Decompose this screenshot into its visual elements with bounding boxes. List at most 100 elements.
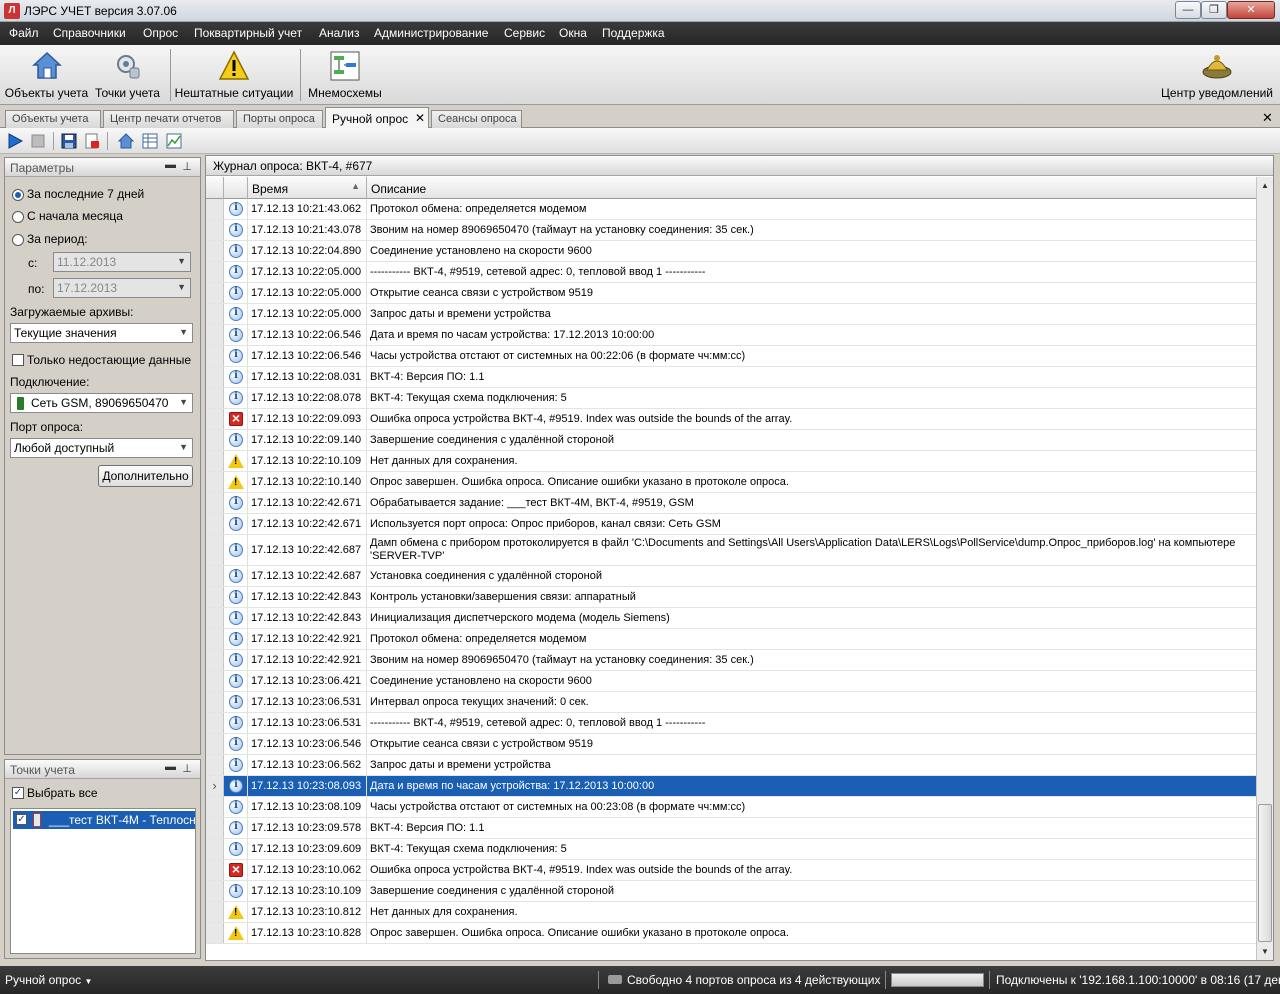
icon-column-header[interactable]: [224, 177, 248, 199]
table-row[interactable]: 17.12.13 10:21:43.062Протокол обмена: оп…: [206, 199, 1256, 220]
tab-strip: Объекты учета Центр печати отчетов Порты…: [0, 106, 1280, 128]
missing-only-checkbox[interactable]: [12, 354, 24, 366]
archives-select[interactable]: Текущие значения ▼: [10, 323, 193, 343]
minimize-panel-icon[interactable]: ▬: [165, 159, 176, 171]
menu-service[interactable]: Сервис: [504, 26, 545, 40]
close-window-button[interactable]: ✕: [1227, 1, 1275, 19]
table-row[interactable]: 17.12.13 10:23:06.531----------- ВКТ-4, …: [206, 713, 1256, 734]
table-row[interactable]: › 17.12.13 10:23:08.093Дата и время по ча…: [206, 776, 1256, 797]
table-row[interactable]: 17.12.13 10:22:05.000Запрос даты и време…: [206, 304, 1256, 325]
table-row[interactable]: 17.12.13 10:22:42.921Звоним на номер 890…: [206, 650, 1256, 671]
menu-poll[interactable]: Опрос: [143, 26, 178, 40]
home-icon[interactable]: [117, 132, 135, 150]
start-poll-icon[interactable]: [6, 132, 24, 150]
table-row[interactable]: 17.12.13 10:22:05.000Открытие сеанса свя…: [206, 283, 1256, 304]
time-column-header[interactable]: Время ▲: [248, 177, 367, 199]
tab-poll-ports[interactable]: Порты опроса: [236, 110, 323, 128]
table-row[interactable]: 17.12.13 10:22:09.140Завершение соединен…: [206, 430, 1256, 451]
save-icon[interactable]: [60, 132, 78, 150]
menu-apartment[interactable]: Поквартирный учет: [194, 26, 302, 40]
table-row[interactable]: 17.12.13 10:22:08.078ВКТ-4: Текущая схем…: [206, 388, 1256, 409]
table-row[interactable]: 17.12.13 10:22:04.890Соединение установл…: [206, 241, 1256, 262]
scroll-thumb[interactable]: [1258, 804, 1272, 942]
table-row[interactable]: 17.12.13 10:22:42.843Инициализация диспе…: [206, 608, 1256, 629]
table-row[interactable]: 17.12.13 10:22:10.109Нет данных для сохр…: [206, 451, 1256, 472]
table-row[interactable]: 17.12.13 10:22:42.671Обрабатывается зада…: [206, 493, 1256, 514]
table-icon[interactable]: [141, 132, 159, 150]
chart-icon[interactable]: [165, 132, 183, 150]
table-row[interactable]: 17.12.13 10:23:08.109Часы устройства отс…: [206, 797, 1256, 818]
objects-button[interactable]: Объекты учета: [3, 47, 90, 103]
advanced-button[interactable]: Дополнительно: [98, 465, 193, 487]
desc-column-header[interactable]: Описание: [367, 177, 1256, 199]
connection-select[interactable]: Сеть GSM, 89069650470 ▼: [10, 393, 193, 413]
table-row[interactable]: 17.12.13 10:22:42.687Установка соединени…: [206, 566, 1256, 587]
close-document-icon[interactable]: ✕: [1262, 110, 1273, 126]
table-row[interactable]: 17.12.13 10:22:42.687Дамп обмена с прибо…: [206, 535, 1256, 566]
tab-print-center[interactable]: Центр печати отчетов: [103, 110, 234, 128]
vertical-scrollbar[interactable]: ▲ ▼: [1256, 177, 1273, 960]
table-row[interactable]: 17.12.13 10:22:08.031ВКТ-4: Версия ПО: 1…: [206, 367, 1256, 388]
pin-icon[interactable]: ⊥: [182, 762, 192, 775]
points-button[interactable]: Точки учета: [92, 47, 163, 103]
table-row[interactable]: 17.12.13 10:23:06.421Соединение установл…: [206, 671, 1256, 692]
status-mode[interactable]: Ручной опрос ▼: [5, 973, 92, 987]
table-row[interactable]: 17.12.13 10:23:10.062Ошибка опроса устро…: [206, 860, 1256, 881]
table-row[interactable]: 17.12.13 10:23:09.578ВКТ-4: Версия ПО: 1…: [206, 818, 1256, 839]
table-row[interactable]: 17.12.13 10:23:10.812Нет данных для сохр…: [206, 902, 1256, 923]
emergencies-button[interactable]: Нештатные ситуации: [173, 47, 295, 103]
radio-month[interactable]: [12, 211, 24, 223]
table-row[interactable]: 17.12.13 10:22:09.093Ошибка опроса устро…: [206, 409, 1256, 430]
info-icon: [229, 821, 243, 835]
status-mode-label: Ручной опрос: [5, 973, 82, 987]
radio-last7[interactable]: [12, 189, 24, 201]
menu-windows[interactable]: Окна: [559, 26, 587, 40]
table-row[interactable]: 17.12.13 10:22:06.546Часы устройства отс…: [206, 346, 1256, 367]
table-row[interactable]: 17.12.13 10:23:09.609ВКТ-4: Текущая схем…: [206, 839, 1256, 860]
table-row[interactable]: 17.12.13 10:22:06.546Дата и время по час…: [206, 325, 1256, 346]
table-row[interactable]: 17.12.13 10:22:42.921Протокол обмена: оп…: [206, 629, 1256, 650]
table-row[interactable]: 17.12.13 10:23:10.828Опрос завершен. Оши…: [206, 923, 1256, 944]
table-row[interactable]: 17.12.13 10:23:06.546Открытие сеанса свя…: [206, 734, 1256, 755]
pin-icon[interactable]: ⊥: [182, 160, 192, 173]
table-row[interactable]: 17.12.13 10:23:10.109Завершение соединен…: [206, 881, 1256, 902]
notifications-button[interactable]: Центр уведомлений: [1157, 47, 1277, 103]
info-icon: [229, 632, 243, 646]
scroll-down-icon[interactable]: ▼: [1257, 943, 1273, 960]
to-date-field[interactable]: 17.12.2013 ▼: [53, 278, 191, 298]
radio-period[interactable]: [12, 234, 24, 246]
mnemo-button[interactable]: Мнемосхемы: [304, 47, 386, 103]
scroll-up-icon[interactable]: ▲: [1257, 177, 1273, 194]
minimize-button[interactable]: —: [1175, 1, 1201, 19]
export-icon[interactable]: [83, 132, 101, 150]
table-row[interactable]: 17.12.13 10:23:06.531Интервал опроса тек…: [206, 692, 1256, 713]
list-item[interactable]: ✓ ___тест ВКТ-4М - Теплоснабжение: [13, 811, 195, 829]
menu-analysis[interactable]: Анализ: [319, 26, 360, 40]
table-row[interactable]: 17.12.13 10:21:43.078Звоним на номер 890…: [206, 220, 1256, 241]
table-row[interactable]: 17.12.13 10:22:10.140Опрос завершен. Оши…: [206, 472, 1256, 493]
from-date-field[interactable]: 11.12.2013 ▼: [53, 252, 191, 272]
port-select[interactable]: Любой доступный ▼: [10, 438, 193, 458]
tab-objects[interactable]: Объекты учета: [5, 110, 101, 128]
radio-month-label: С начала месяца: [27, 209, 123, 223]
row-indicator: [206, 713, 224, 733]
row-indicator: [206, 346, 224, 366]
menu-support[interactable]: Поддержка: [602, 26, 665, 40]
select-all-checkbox[interactable]: ✓: [12, 787, 24, 799]
row-icon-cell: [224, 818, 248, 838]
point-checkbox[interactable]: ✓: [16, 814, 27, 825]
menu-admin[interactable]: Администрирование: [374, 26, 488, 40]
tab-poll-sessions[interactable]: Сеансы опроса: [431, 110, 522, 128]
minimize-panel-icon[interactable]: ▬: [165, 761, 176, 773]
menu-file[interactable]: Файл: [9, 26, 39, 40]
row-indicator: [206, 304, 224, 324]
tab-manual-poll[interactable]: Ручной опрос ✕: [325, 107, 429, 128]
maximize-button[interactable]: ❐: [1201, 1, 1227, 19]
stop-poll-icon[interactable]: [29, 132, 47, 150]
menu-references[interactable]: Справочники: [53, 26, 126, 40]
table-row[interactable]: 17.12.13 10:22:42.843Контроль установки/…: [206, 587, 1256, 608]
table-row[interactable]: 17.12.13 10:22:42.671Используется порт о…: [206, 514, 1256, 535]
table-row[interactable]: 17.12.13 10:23:06.562Запрос даты и време…: [206, 755, 1256, 776]
table-row[interactable]: 17.12.13 10:22:05.000----------- ВКТ-4, …: [206, 262, 1256, 283]
close-tab-icon[interactable]: ✕: [415, 111, 425, 125]
